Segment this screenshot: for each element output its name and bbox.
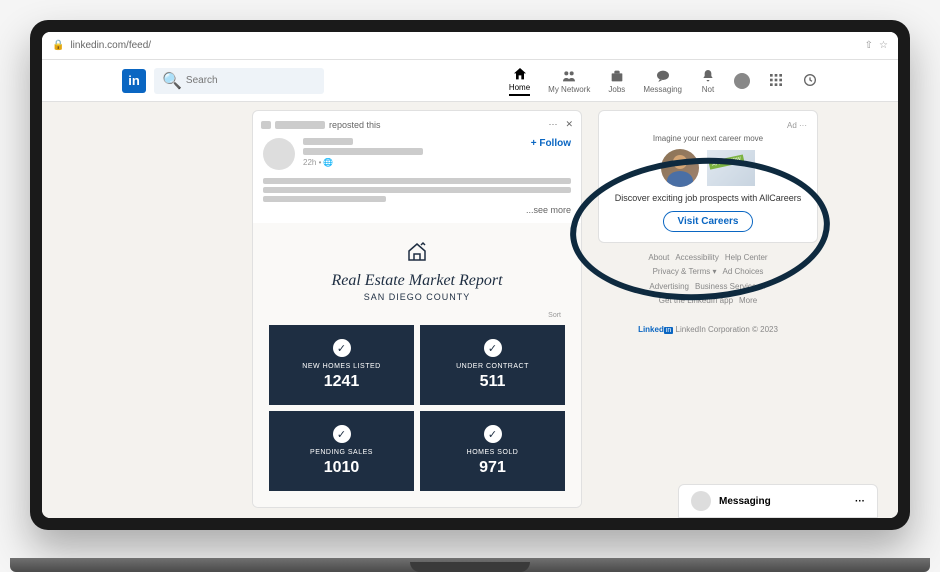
- nav-me[interactable]: [734, 73, 750, 89]
- avatar-icon: [734, 73, 750, 89]
- messaging-menu-icon[interactable]: ···: [855, 496, 865, 507]
- ad-title: Imagine your next career move: [609, 134, 807, 143]
- footer-link[interactable]: Business Services ▾: [695, 282, 767, 291]
- nav-messaging[interactable]: Messaging: [643, 68, 682, 94]
- lock-icon: 🔒: [52, 40, 64, 51]
- follow-button[interactable]: + Follow: [531, 138, 571, 149]
- post-timestamp: 22h • 🌐: [303, 158, 523, 167]
- footer-link[interactable]: Help Center: [725, 253, 768, 262]
- home-icon: [512, 66, 528, 82]
- footer-link[interactable]: About: [648, 253, 669, 262]
- footer-link[interactable]: Advertising: [649, 282, 689, 291]
- star-icon[interactable]: ☆: [879, 40, 888, 51]
- avatar: [691, 491, 711, 511]
- linkedin-logo[interactable]: in: [122, 69, 146, 93]
- repost-header: reposted this ···✕: [253, 111, 581, 138]
- feed-post: reposted this ···✕ 22h • 🌐 + Follow ...s…: [252, 110, 582, 508]
- footer-link[interactable]: Accessibility: [675, 253, 719, 262]
- jobs-icon: [609, 68, 625, 84]
- sort-label[interactable]: Sort: [269, 312, 565, 319]
- house-icon: [405, 239, 429, 263]
- check-icon: ✓: [484, 339, 502, 357]
- nav-home[interactable]: Home: [509, 66, 530, 96]
- check-icon: ✓: [333, 339, 351, 357]
- stats-grid: ✓NEW HOMES LISTED1241✓UNDER CONTRACT511✓…: [269, 325, 565, 491]
- bell-icon: [700, 68, 716, 84]
- share-icon[interactable]: ⇧: [865, 40, 873, 51]
- ad-description: Discover exciting job prospects with All…: [609, 193, 807, 203]
- visit-careers-button[interactable]: Visit Careers: [663, 211, 754, 232]
- url-text: linkedin.com/feed/: [70, 40, 864, 51]
- footer-link[interactable]: Privacy & Terms ▾: [653, 267, 717, 276]
- messaging-bar[interactable]: Messaging ···: [678, 484, 878, 518]
- linkedin-brand: Linked: [638, 325, 664, 334]
- network-icon: [561, 68, 577, 84]
- nav-notifications[interactable]: Not: [700, 68, 716, 94]
- stat-card: ✓UNDER CONTRACT511: [420, 325, 565, 405]
- url-actions: ⇧☆: [865, 40, 888, 51]
- message-icon: [655, 68, 671, 84]
- footer-link[interactable]: Get the LinkedIn app: [659, 296, 733, 305]
- globe-icon: 🌐: [323, 158, 333, 167]
- top-nav: in 🔍 Home My Network Jobs Messaging Not: [42, 60, 898, 102]
- footer-link[interactable]: Ad Choices: [722, 267, 763, 276]
- ad-label[interactable]: Ad ···: [609, 121, 807, 130]
- post-image-report: Real Estate Market Report SAN DIEGO COUN…: [253, 223, 581, 507]
- grid-icon: [768, 72, 784, 88]
- stat-card: ✓NEW HOMES LISTED1241: [269, 325, 414, 405]
- browser-url-bar: 🔒 linkedin.com/feed/ ⇧☆: [42, 32, 898, 60]
- nav-jobs[interactable]: Jobs: [608, 68, 625, 94]
- footer-link[interactable]: More: [739, 296, 757, 305]
- footer-links: About Accessibility Help Center Privacy & T…: [598, 251, 818, 338]
- stat-card: ✓PENDING SALES1010: [269, 411, 414, 491]
- stat-card: ✓HOMES SOLD971: [420, 411, 565, 491]
- search-icon: 🔍: [162, 71, 182, 91]
- ad-avatar: [661, 149, 699, 187]
- see-more-link[interactable]: ...see more: [263, 205, 571, 215]
- ad-badge-image: [707, 150, 755, 186]
- search-input[interactable]: [186, 75, 316, 86]
- nav-learning[interactable]: [802, 72, 818, 89]
- search-box[interactable]: 🔍: [154, 68, 324, 94]
- report-subtitle: SAN DIEGO COUNTY: [269, 292, 565, 302]
- check-icon: ✓: [484, 425, 502, 443]
- close-icon[interactable]: ✕: [565, 119, 573, 130]
- report-title: Real Estate Market Report: [269, 272, 565, 290]
- check-icon: ✓: [333, 425, 351, 443]
- author-avatar[interactable]: [263, 138, 295, 170]
- nav-network[interactable]: My Network: [548, 68, 590, 94]
- post-menu-icon[interactable]: ···: [548, 119, 557, 130]
- target-icon: [802, 72, 818, 88]
- ad-box: Ad ··· Imagine your next career move Dis…: [598, 110, 818, 243]
- nav-work[interactable]: [768, 72, 784, 89]
